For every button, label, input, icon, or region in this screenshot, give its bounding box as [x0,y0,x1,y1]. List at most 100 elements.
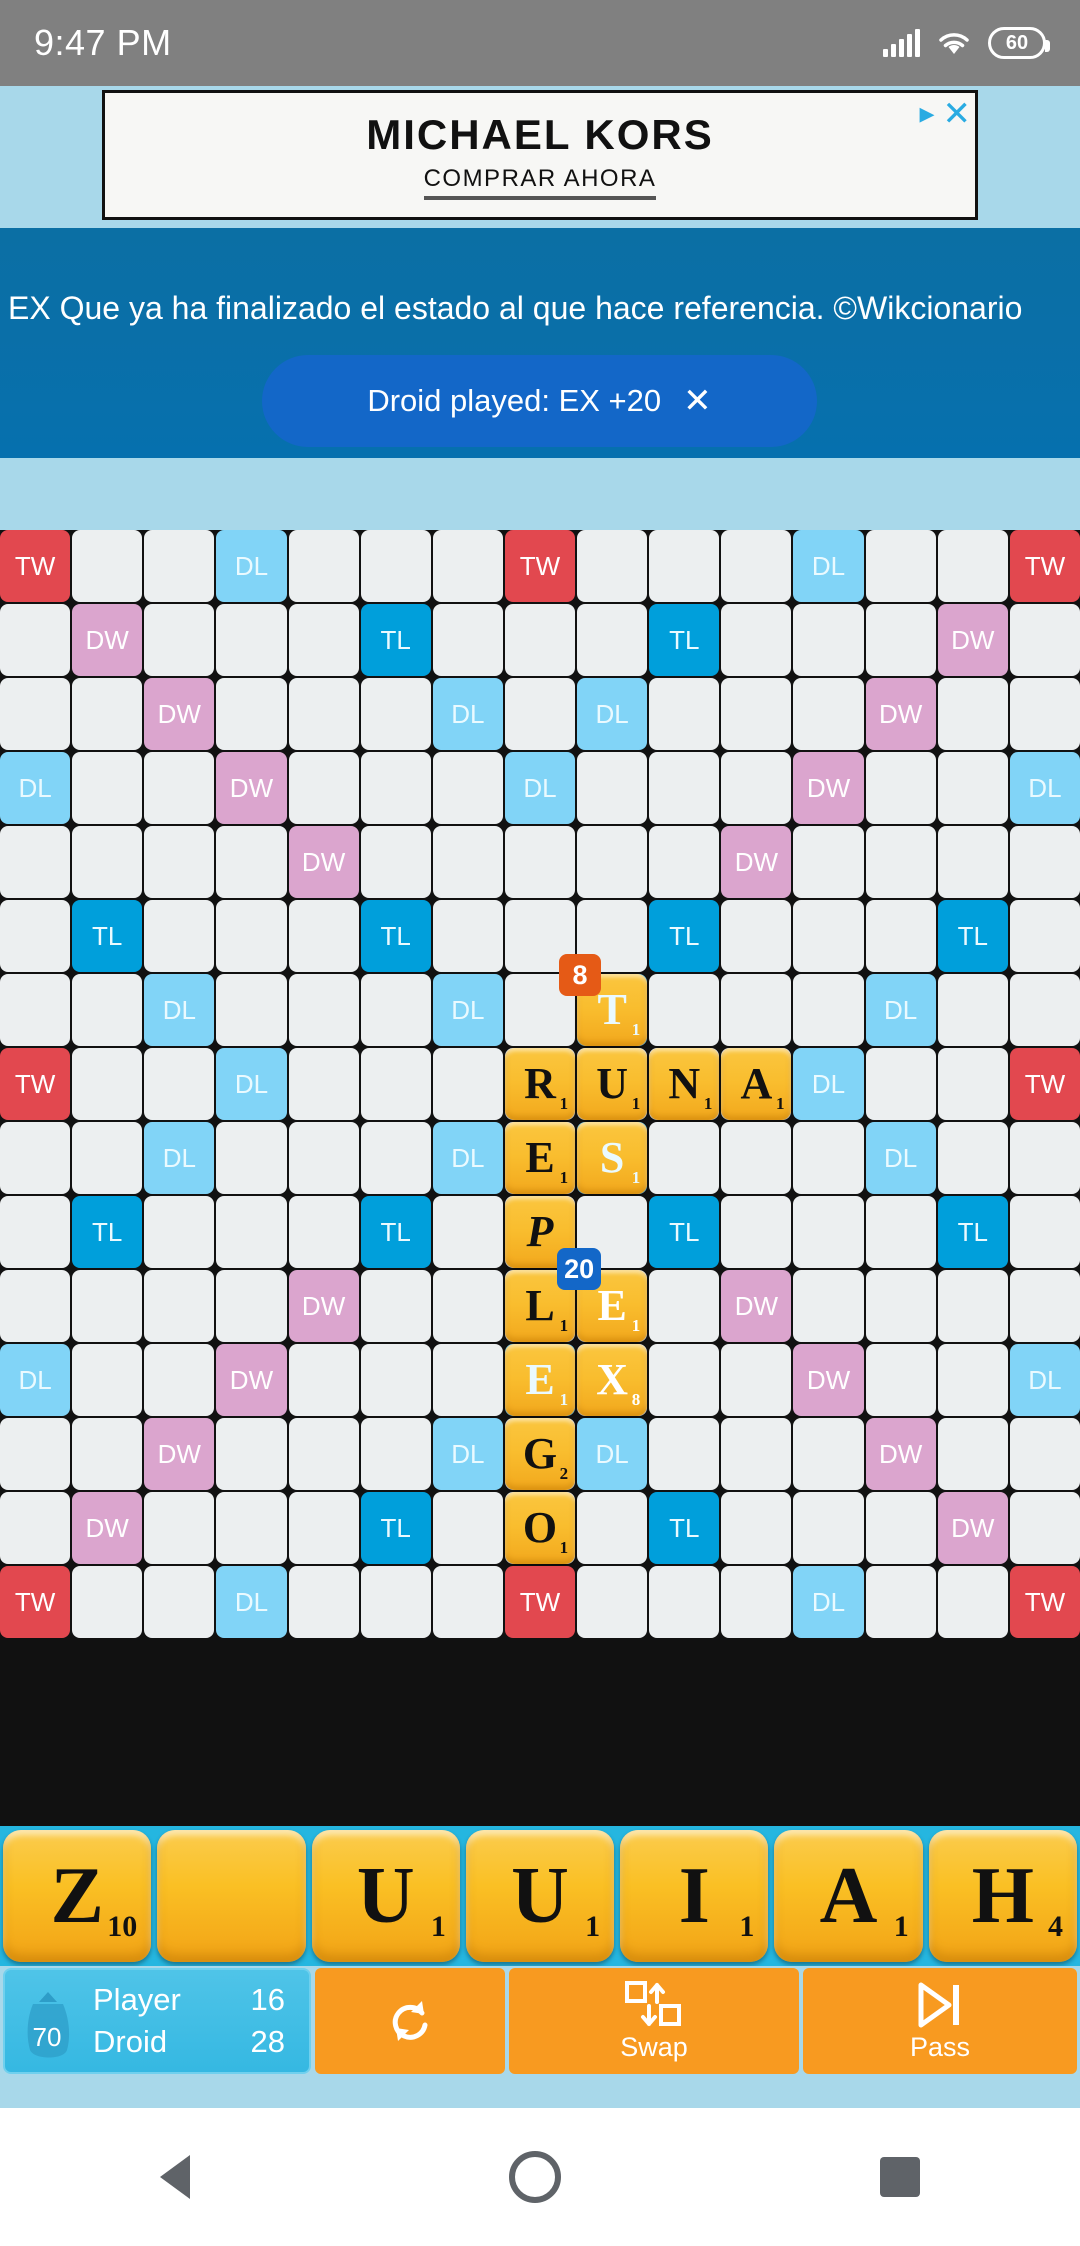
board-cell-2-6[interactable]: DL [432,678,503,750]
board-cell-7-4[interactable] [288,1048,359,1120]
board-cell-10-11[interactable] [793,1270,864,1342]
board-cell-13-11[interactable] [793,1492,864,1564]
board-cell-12-7[interactable]: G2 [504,1418,576,1490]
board-cell-5-12[interactable] [865,900,936,972]
board-cell-5-11[interactable] [793,900,864,972]
board-cell-9-9[interactable]: TL [649,1196,720,1268]
board-cell-12-1[interactable] [72,1418,143,1490]
board-cell-9-0[interactable] [0,1196,71,1268]
board-cell-12-11[interactable] [793,1418,864,1490]
board-cell-10-0[interactable] [0,1270,71,1342]
board-cell-6-5[interactable] [360,974,431,1046]
board-cell-0-7[interactable]: TW [504,530,576,602]
board-cell-11-9[interactable] [649,1344,720,1416]
board-cell-5-5[interactable]: TL [360,900,431,972]
tile-rack[interactable]: Z 10 U 1 U 1 I 1 A 1 H 4 [0,1826,1080,1966]
nav-recents-icon[interactable] [880,2157,921,2197]
board-cell-3-2[interactable] [144,752,215,824]
board-cell-13-14[interactable] [1009,1492,1080,1564]
board-cell-6-3[interactable] [216,974,287,1046]
board-cell-4-7[interactable] [504,826,576,898]
board-cell-14-4[interactable] [288,1566,359,1638]
board-cell-1-0[interactable] [0,604,71,676]
board-cell-2-11[interactable] [793,678,864,750]
board-cell-13-5[interactable]: TL [360,1492,431,1564]
board-cell-2-5[interactable] [360,678,431,750]
rack-tile-0[interactable]: Z 10 [3,1830,152,1962]
board-cell-10-8[interactable]: E 1 20 [557,1248,648,1342]
board-cell-10-3[interactable] [216,1270,287,1342]
board-cell-3-4[interactable] [288,752,359,824]
board-cell-8-4[interactable] [288,1122,359,1194]
board-cell-1-7[interactable] [504,604,576,676]
board-cell-5-3[interactable] [216,900,287,972]
shuffle-button[interactable] [315,1968,505,2074]
game-board[interactable]: TW DL TW DL TW DW TL TL DW DW DL DL DW DL DW DL DW DL DW DW… [0,530,1080,1826]
board-cell-13-0[interactable] [0,1492,71,1564]
rack-tile-2[interactable]: U1 [311,1830,460,1962]
board-cell-14-11[interactable]: DL [793,1566,864,1638]
board-cell-2-14[interactable] [1009,678,1080,750]
board-cell-2-3[interactable] [216,678,287,750]
toast-close-icon[interactable]: ✕ [683,381,712,421]
board-cell-12-5[interactable] [360,1418,431,1490]
board-tile-A[interactable]: A1 [721,1048,792,1120]
board-cell-8-9[interactable] [649,1122,720,1194]
board-cell-2-4[interactable] [288,678,359,750]
board-cell-2-13[interactable] [937,678,1008,750]
board-cell-11-11[interactable]: DW [793,1344,864,1416]
board-cell-5-9[interactable]: TL [649,900,720,972]
board-cell-4-14[interactable] [1009,826,1080,898]
board-cell-0-12[interactable] [865,530,936,602]
board-cell-1-11[interactable] [793,604,864,676]
board-cell-6-0[interactable] [0,974,71,1046]
score-panel[interactable]: 70 Player 16 Droid 28 [3,1968,311,2074]
board-cell-8-0[interactable] [0,1122,71,1194]
board-cell-10-2[interactable] [144,1270,215,1342]
board-cell-12-9[interactable] [649,1418,720,1490]
board-cell-0-14[interactable]: TW [1009,530,1080,602]
board-cell-13-6[interactable] [432,1492,503,1564]
board-cell-1-14[interactable] [1009,604,1080,676]
board-cell-0-6[interactable] [432,530,503,602]
board-cell-5-13[interactable]: TL [937,900,1008,972]
board-cell-4-8[interactable] [577,826,648,898]
board-tile-R[interactable]: R1 [504,1048,576,1120]
board-cell-7-3[interactable]: DL [216,1048,287,1120]
board-cell-0-2[interactable] [144,530,215,602]
board-cell-13-9[interactable]: TL [649,1492,720,1564]
board-cell-7-0[interactable]: TW [0,1048,71,1120]
board-cell-11-1[interactable] [72,1344,143,1416]
board-tile-G[interactable]: G2 [504,1418,576,1490]
board-cell-3-8[interactable] [577,752,648,824]
board-tile-E[interactable]: E1 [504,1122,576,1194]
board-cell-7-2[interactable] [144,1048,215,1120]
board-cell-2-8[interactable]: DL [577,678,648,750]
board-cell-7-13[interactable] [937,1048,1008,1120]
board-cell-5-0[interactable] [0,900,71,972]
board-cell-8-12[interactable]: DL [865,1122,936,1194]
board-cell-13-3[interactable] [216,1492,287,1564]
board-cell-8-3[interactable] [216,1122,287,1194]
board-cell-8-8[interactable]: S1 [577,1122,648,1194]
rack-tile-6[interactable]: H4 [928,1830,1077,1962]
board-cell-13-12[interactable] [865,1492,936,1564]
board-cell-10-13[interactable] [937,1270,1008,1342]
board-cell-14-7[interactable]: TW [504,1566,576,1638]
ad-banner[interactable]: MICHAEL KORS COMPRAR AHORA ▸ ✕ [102,90,978,220]
nav-home-icon[interactable] [508,2151,561,2203]
board-cell-1-1[interactable]: DW [72,604,143,676]
board-cell-0-3[interactable]: DL [216,530,287,602]
board-cell-14-5[interactable] [360,1566,431,1638]
board-cell-7-8[interactable]: U1 [577,1048,648,1120]
board-cell-0-9[interactable] [649,530,720,602]
board-cell-6-14[interactable] [1009,974,1080,1046]
board-cell-9-13[interactable]: TL [937,1196,1008,1268]
board-cell-14-8[interactable] [577,1566,648,1638]
board-cell-11-13[interactable] [937,1344,1008,1416]
board-cell-9-14[interactable] [1009,1196,1080,1268]
board-cell-9-4[interactable] [288,1196,359,1268]
board-cell-3-13[interactable] [937,752,1008,824]
board-cell-6-1[interactable] [72,974,143,1046]
board-cell-2-10[interactable] [721,678,792,750]
